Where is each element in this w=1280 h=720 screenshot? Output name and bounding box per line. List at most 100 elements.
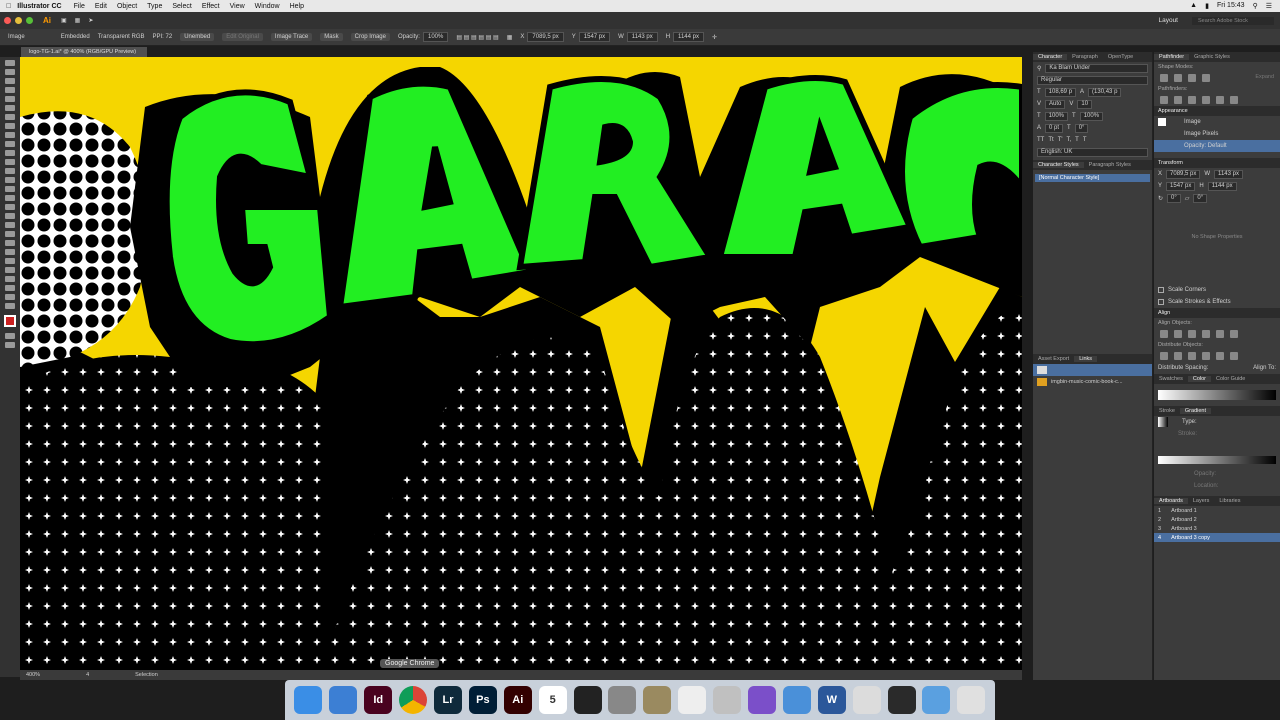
menu-type[interactable]: Type [147,3,162,10]
clock[interactable]: Fri 15:43 [1217,2,1245,10]
type-tool-icon[interactable] [5,114,15,120]
appearance-opacity[interactable]: Opacity: Default [1184,143,1227,149]
width-tool-icon[interactable] [5,186,15,192]
zoom-level-field[interactable]: 400% [26,672,40,678]
dock-notes-icon[interactable] [643,686,672,714]
align-title[interactable]: Align [1154,308,1280,318]
font-family-field[interactable]: Ka Blam Under [1045,63,1148,73]
bridge-icon[interactable]: ▣ [61,17,67,24]
symbol-sprayer-tool-icon[interactable] [5,258,15,264]
language-field[interactable]: English: UK [1037,147,1148,157]
tab-paragraph-styles[interactable]: Paragraph Styles [1084,162,1136,168]
exclude-icon[interactable] [1202,74,1210,82]
tab-character[interactable]: Character [1033,54,1068,60]
graph-tool-icon[interactable] [5,267,15,273]
align-icons[interactable]: ▤ ▤ ▤ ▤ ▤ ▤ [456,34,498,41]
menu-view[interactable]: View [230,3,245,10]
spotlight-icon[interactable]: ⚲ [1253,2,1258,10]
kerning-field[interactable]: Auto [1045,99,1066,109]
align-top-icon[interactable] [1202,330,1210,338]
hand-tool-icon[interactable] [5,294,15,300]
scale-strokes-checkbox[interactable] [1158,299,1164,305]
drawing-mode-icon[interactable] [5,333,15,339]
dock-word-icon[interactable]: W [817,686,846,714]
dist-vcenter-icon[interactable] [1174,352,1182,360]
baseline-shift-field[interactable]: 0 pt [1045,123,1064,133]
align-hcenter-icon[interactable] [1174,330,1182,338]
dist-top-icon[interactable] [1160,352,1168,360]
menu-file[interactable]: File [74,3,85,10]
tab-artboards[interactable]: Artboards [1154,498,1188,504]
subscript-icon[interactable]: T, [1067,137,1072,143]
underline-icon[interactable]: T [1075,137,1079,143]
artboard-number-field[interactable]: 4 [86,672,89,678]
dock-chrome-icon[interactable] [399,686,428,714]
wifi-icon[interactable]: ▲ [1190,2,1197,10]
unite-icon[interactable] [1160,74,1168,82]
free-transform-tool-icon[interactable] [5,195,15,201]
dock-viber-icon[interactable] [748,686,777,714]
y-field[interactable]: 1547 px [578,32,611,42]
minimize-window-icon[interactable] [15,17,22,24]
x-field[interactable]: 7089,5 px [527,32,564,42]
curvature-tool-icon[interactable] [5,105,15,111]
tab-links[interactable]: Links [1074,356,1098,362]
transform-title[interactable]: Transform [1154,158,1280,168]
link-row-file[interactable]: imgbin-music-comic-book-c... [1033,376,1152,388]
tab-graphic-styles[interactable]: Graphic Styles [1189,54,1235,60]
mask-button[interactable]: Mask [320,33,343,41]
font-size-field[interactable]: 108,69 p [1044,87,1077,97]
menu-app-name[interactable]: Illustrator CC [17,3,61,10]
dock-illustrator-icon[interactable]: Ai [503,686,532,714]
scale-corners-checkbox[interactable] [1158,287,1164,293]
superscript-icon[interactable]: T' [1058,137,1063,143]
expand-button[interactable]: Expand [1255,74,1274,82]
image-trace-button[interactable]: Image Trace [270,33,313,41]
direct-selection-tool-icon[interactable] [5,69,15,75]
tab-color[interactable]: Color [1187,376,1212,382]
link-row-embedded[interactable] [1033,364,1152,376]
unembed-button[interactable]: Unembed [180,33,215,41]
tab-stroke[interactable]: Stroke [1154,408,1180,414]
tab-paragraph[interactable]: Paragraph [1067,54,1103,60]
rectangle-tool-icon[interactable] [5,132,15,138]
document-tab[interactable]: logo-TG-1.ai* @ 400% (RGB/GPU Preview) [21,47,147,57]
pen-tool-icon[interactable] [5,96,15,102]
leading-field[interactable]: (130,43 p [1088,87,1122,97]
dist-left-icon[interactable] [1202,352,1210,360]
dock-photoshop-icon[interactable]: Ps [468,686,497,714]
h-field[interactable]: 1144 px [673,32,704,42]
dist-hcenter-icon[interactable] [1216,352,1224,360]
gradient-tool-icon[interactable] [5,231,15,237]
caps-icon[interactable]: TT [1037,137,1044,143]
screen-mode-icon[interactable] [5,342,15,348]
slice-tool-icon[interactable] [5,285,15,291]
reference-point-icon[interactable]: ▦ [507,34,513,41]
apple-icon[interactable]:  [6,3,11,10]
transform-h-field[interactable]: 1144 px [1207,181,1237,191]
menu-edit[interactable]: Edit [95,3,107,10]
pencil-tool-icon[interactable] [5,150,15,156]
tab-asset-export[interactable]: Asset Export [1033,356,1074,362]
tab-pathfinder[interactable]: Pathfinder [1154,54,1190,60]
vertical-scale-field[interactable]: 100% [1044,111,1069,121]
artboard-canvas[interactable] [20,57,1022,670]
dock-indesign-icon[interactable]: Id [364,686,393,714]
transform-w-field[interactable]: 1143 px [1214,169,1243,179]
edit-original-button[interactable]: Edit Original [222,33,263,41]
character-rotation-field[interactable]: 0° [1074,123,1089,133]
menu-select[interactable]: Select [172,3,191,10]
dist-bottom-icon[interactable] [1188,352,1196,360]
eraser-tool-icon[interactable] [5,159,15,165]
w-field[interactable]: 1143 px [626,32,658,42]
selection-tool-icon[interactable] [5,60,15,66]
fill-stroke-swatch-icon[interactable] [4,315,16,327]
strikethrough-icon[interactable]: T [1083,137,1087,143]
normal-character-style[interactable]: [Normal Character Style] [1035,174,1150,182]
scale-tool-icon[interactable] [5,177,15,183]
notification-center-icon[interactable]: ☰ [1266,2,1272,10]
artboard-row[interactable]: 2 Artboard 2 [1154,515,1280,524]
zoom-tool-icon[interactable] [5,303,15,309]
font-style-field[interactable]: Regular [1037,75,1148,85]
dock-mail-icon[interactable] [329,686,358,714]
